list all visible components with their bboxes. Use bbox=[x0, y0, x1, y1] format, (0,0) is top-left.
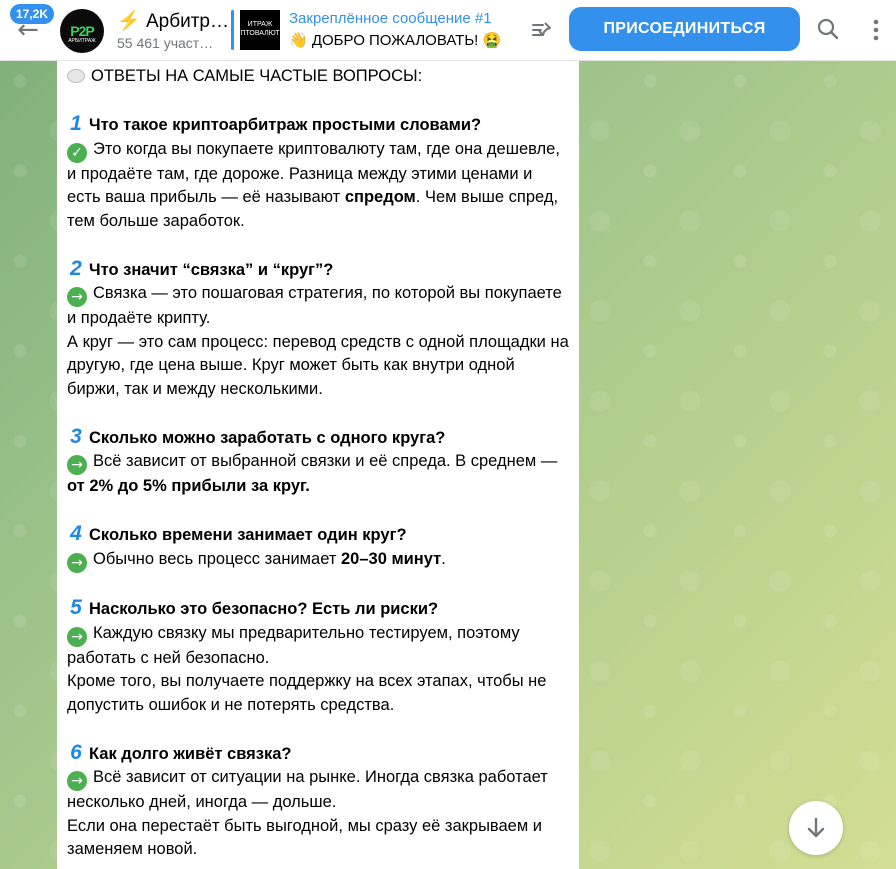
subscriber-count: 55 461 участ… bbox=[117, 35, 214, 51]
number-badge-icon: 4 bbox=[70, 522, 82, 545]
faq-answer: → Каждую связку мы предварительно тестиру… bbox=[67, 622, 569, 718]
pinned-list-icon[interactable] bbox=[528, 16, 556, 44]
faq-answer: → Связка — это пошаговая стратегия, по ко… bbox=[67, 282, 569, 401]
faq-question: 2 Что значит “связка” и “круг”? bbox=[67, 257, 569, 283]
pinned-message-text[interactable]: 👋 ДОБРО ПОЖАЛОВАТЬ! 🤮 bbox=[289, 31, 501, 49]
pinned-thumbnail[interactable]: ИТРАЖ ПТОВАЛЮТ bbox=[240, 10, 280, 50]
search-icon[interactable] bbox=[815, 16, 841, 42]
faq-answer-text: Всё зависит от выбранной связки и её спр… bbox=[67, 452, 558, 495]
channel-avatar[interactable]: P2P АРБИТРАЖ bbox=[60, 9, 104, 53]
faq-answer-text: Обычно весь процесс занимает 20–30 минут… bbox=[93, 549, 446, 568]
arrow-right-icon: → bbox=[67, 287, 87, 307]
faq-answer: → Всё зависит от выбранной связки и её сп… bbox=[67, 450, 569, 499]
intro-text: ОТВЕТЫ НА САМЫЕ ЧАСТЫЕ ВОПРОСЫ: bbox=[91, 67, 423, 85]
faq-question-text: Что такое криптоарбитраж простыми словам… bbox=[89, 116, 482, 134]
faq-answer: → Всё зависит от ситуации на рынке. Иногд… bbox=[67, 766, 569, 862]
pinned-indicator bbox=[231, 10, 234, 50]
faq-question-text: Сколько можно заработать с одного круга? bbox=[89, 428, 446, 447]
faq-list: 1 Что такое криптоарбитраж простыми слова… bbox=[67, 89, 569, 862]
number-badge-icon: 6 bbox=[70, 740, 82, 764]
join-button[interactable]: ПРИСОЕДИНИТЬСЯ bbox=[569, 7, 800, 51]
check-mark-icon: ✓ bbox=[67, 142, 87, 163]
avatar-caption: АРБИТРАЖ bbox=[68, 38, 96, 44]
number-badge-icon: 3 bbox=[70, 424, 82, 448]
unread-count-badge: 17,2K bbox=[10, 4, 55, 24]
more-menu-icon[interactable] bbox=[866, 16, 886, 44]
faq-question: 4 Сколько времени занимает один круг? bbox=[67, 522, 569, 548]
faq-answer: → Обычно весь процесс занимает 20–30 мину… bbox=[67, 548, 569, 573]
chat-header: ← 17,2K P2P АРБИТРАЖ ⚡ Арбитр… 55 461 уч… bbox=[0, 0, 896, 61]
speech-bubble-icon bbox=[67, 69, 85, 83]
message-intro: ОТВЕТЫ НА САМЫЕ ЧАСТЫЕ ВОПРОСЫ: bbox=[67, 65, 569, 89]
lightning-icon: ⚡ bbox=[117, 11, 141, 32]
scroll-down-button[interactable] bbox=[789, 801, 843, 855]
faq-question-text: Сколько времени занимает один круг? bbox=[89, 526, 407, 544]
channel-message: ОТВЕТЫ НА САМЫЕ ЧАСТЫЕ ВОПРОСЫ: 1 Что так… bbox=[57, 61, 579, 869]
faq-answer-text: Связка — это пошаговая стратегия, по кот… bbox=[67, 284, 569, 398]
arrow-right-icon: → bbox=[67, 455, 87, 475]
faq-question-text: Насколько это безопасно? Есть ли риски? bbox=[89, 600, 439, 618]
number-badge-icon: 5 bbox=[70, 596, 82, 619]
faq-answer-text: Всё зависит от ситуации на рынке. Иногда… bbox=[67, 768, 548, 858]
faq-question-text: Что значит “связка” и “круг”? bbox=[89, 260, 334, 279]
channel-title-text: Арбитр… bbox=[145, 11, 229, 32]
channel-title[interactable]: ⚡ Арбитр… bbox=[117, 9, 229, 33]
faq-question: 5 Насколько это безопасно? Есть ли риски? bbox=[67, 596, 569, 622]
arrow-right-icon: → bbox=[67, 771, 87, 791]
faq-question-text: Как долго живёт связка? bbox=[89, 744, 292, 763]
faq-answer-text: Это когда вы покупаете криптовалюту там,… bbox=[67, 139, 560, 230]
avatar-logo: P2P bbox=[70, 23, 94, 39]
number-badge-icon: 2 bbox=[70, 256, 82, 280]
faq-question: 6 Как долго живёт связка? bbox=[67, 741, 569, 767]
faq-answer-text: Каждую связку мы предварительно тестируе… bbox=[67, 623, 547, 714]
arrow-right-icon: → bbox=[67, 626, 87, 647]
faq-question: 1 Что такое криптоарбитраж простыми слова… bbox=[67, 112, 569, 138]
arrow-right-icon: → bbox=[67, 552, 87, 573]
chevron-down-icon bbox=[807, 817, 825, 838]
faq-question: 3 Сколько можно заработать с одного круга… bbox=[67, 425, 569, 451]
faq-answer: ✓ Это когда вы покупаете криптовалюту там… bbox=[67, 138, 569, 234]
pinned-message-title[interactable]: Закреплённое сообщение #1 bbox=[289, 10, 492, 27]
number-badge-icon: 1 bbox=[70, 112, 82, 135]
